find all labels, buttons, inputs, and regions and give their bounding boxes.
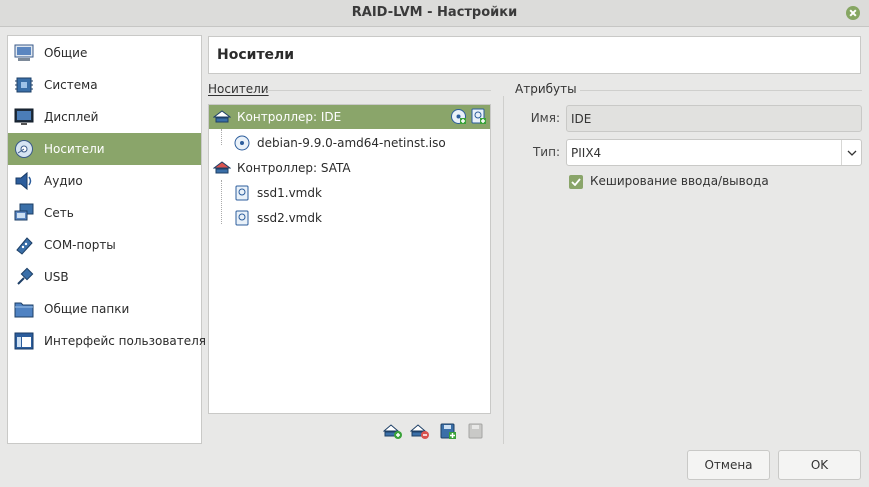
sidebar-item-audio[interactable]: Аудио	[8, 165, 201, 197]
storage-group-divider	[267, 90, 491, 91]
storage-icon	[13, 139, 35, 159]
type-label: Тип:	[532, 145, 560, 159]
remove-controller-icon[interactable]	[410, 421, 430, 441]
sidebar-item-usb[interactable]: USB	[8, 261, 201, 293]
sidebar-item-serial-ports[interactable]: COM-порты	[8, 229, 201, 261]
io-cache-checkbox[interactable]	[569, 175, 583, 189]
title-bar: RAID-LVM - Настройки	[0, 0, 869, 27]
sidebar-item-display[interactable]: Дисплей	[8, 101, 201, 133]
close-icon[interactable]	[846, 6, 860, 20]
tree-item-hard-disk[interactable]: ssd1.vmdk	[209, 181, 490, 205]
tree-item-hard-disk[interactable]: ssd2.vmdk	[209, 206, 490, 230]
panel-divider	[503, 96, 504, 444]
remove-attachment-icon[interactable]	[466, 421, 486, 441]
serial-ports-icon	[13, 235, 35, 255]
cancel-button[interactable]: Отмена	[687, 450, 770, 480]
ok-button[interactable]: OK	[778, 450, 861, 480]
checkmark-icon	[571, 178, 581, 186]
chevron-down-icon[interactable]	[841, 140, 861, 165]
settings-sidebar: Общие Система Дисплей Носители Аудио Сет…	[7, 35, 206, 444]
display-icon	[13, 107, 35, 127]
optical-disk-icon	[233, 135, 251, 151]
usb-icon	[13, 267, 35, 287]
add-optical-drive-icon[interactable]	[450, 108, 467, 125]
type-select[interactable]: PIIX4	[566, 139, 862, 166]
add-hard-disk-icon[interactable]	[470, 108, 487, 125]
general-icon	[13, 43, 35, 63]
window-title: RAID-LVM - Настройки	[351, 5, 518, 20]
hard-disk-icon	[233, 210, 251, 226]
name-field[interactable]: IDE	[566, 105, 862, 132]
page-title: Носители	[217, 47, 295, 63]
audio-icon	[13, 171, 35, 191]
tree-item-optical-disk[interactable]: debian-9.9.0-amd64-netinst.iso	[209, 131, 490, 155]
attributes-divider	[580, 90, 862, 91]
sidebar-item-general[interactable]: Общие	[8, 37, 201, 69]
sidebar-item-network[interactable]: Сеть	[8, 197, 201, 229]
controller-icon	[213, 160, 231, 176]
sidebar-item-shared-folders[interactable]: Общие папки	[8, 293, 201, 325]
attributes-label: Атрибуты	[515, 82, 577, 96]
name-label: Имя:	[530, 111, 560, 125]
sidebar-item-user-interface[interactable]: Интерфейс пользователя	[8, 325, 206, 357]
controller-icon	[213, 109, 231, 125]
network-icon	[13, 203, 35, 223]
storage-tree[interactable]: Контроллер: IDE debian-9.9.0-amd64-netin…	[208, 104, 491, 414]
tree-item-sata-controller[interactable]: Контроллер: SATA	[209, 156, 490, 180]
type-select-value: PIIX4	[571, 146, 602, 160]
sidebar-item-storage[interactable]: Носители	[8, 133, 201, 165]
sidebar-item-system[interactable]: Система	[8, 69, 201, 101]
io-cache-label[interactable]: Кеширование ввода/вывода	[590, 174, 769, 188]
tree-item-ide-controller[interactable]: Контроллер: IDE	[209, 105, 490, 129]
add-controller-icon[interactable]	[383, 421, 403, 441]
page-header: Носители	[208, 36, 861, 74]
add-attachment-icon[interactable]	[438, 421, 458, 441]
user-interface-icon	[13, 331, 35, 351]
storage-tree-label: Носители	[208, 82, 269, 96]
system-icon	[13, 75, 35, 95]
shared-folders-icon	[13, 299, 35, 319]
hard-disk-icon	[233, 185, 251, 201]
